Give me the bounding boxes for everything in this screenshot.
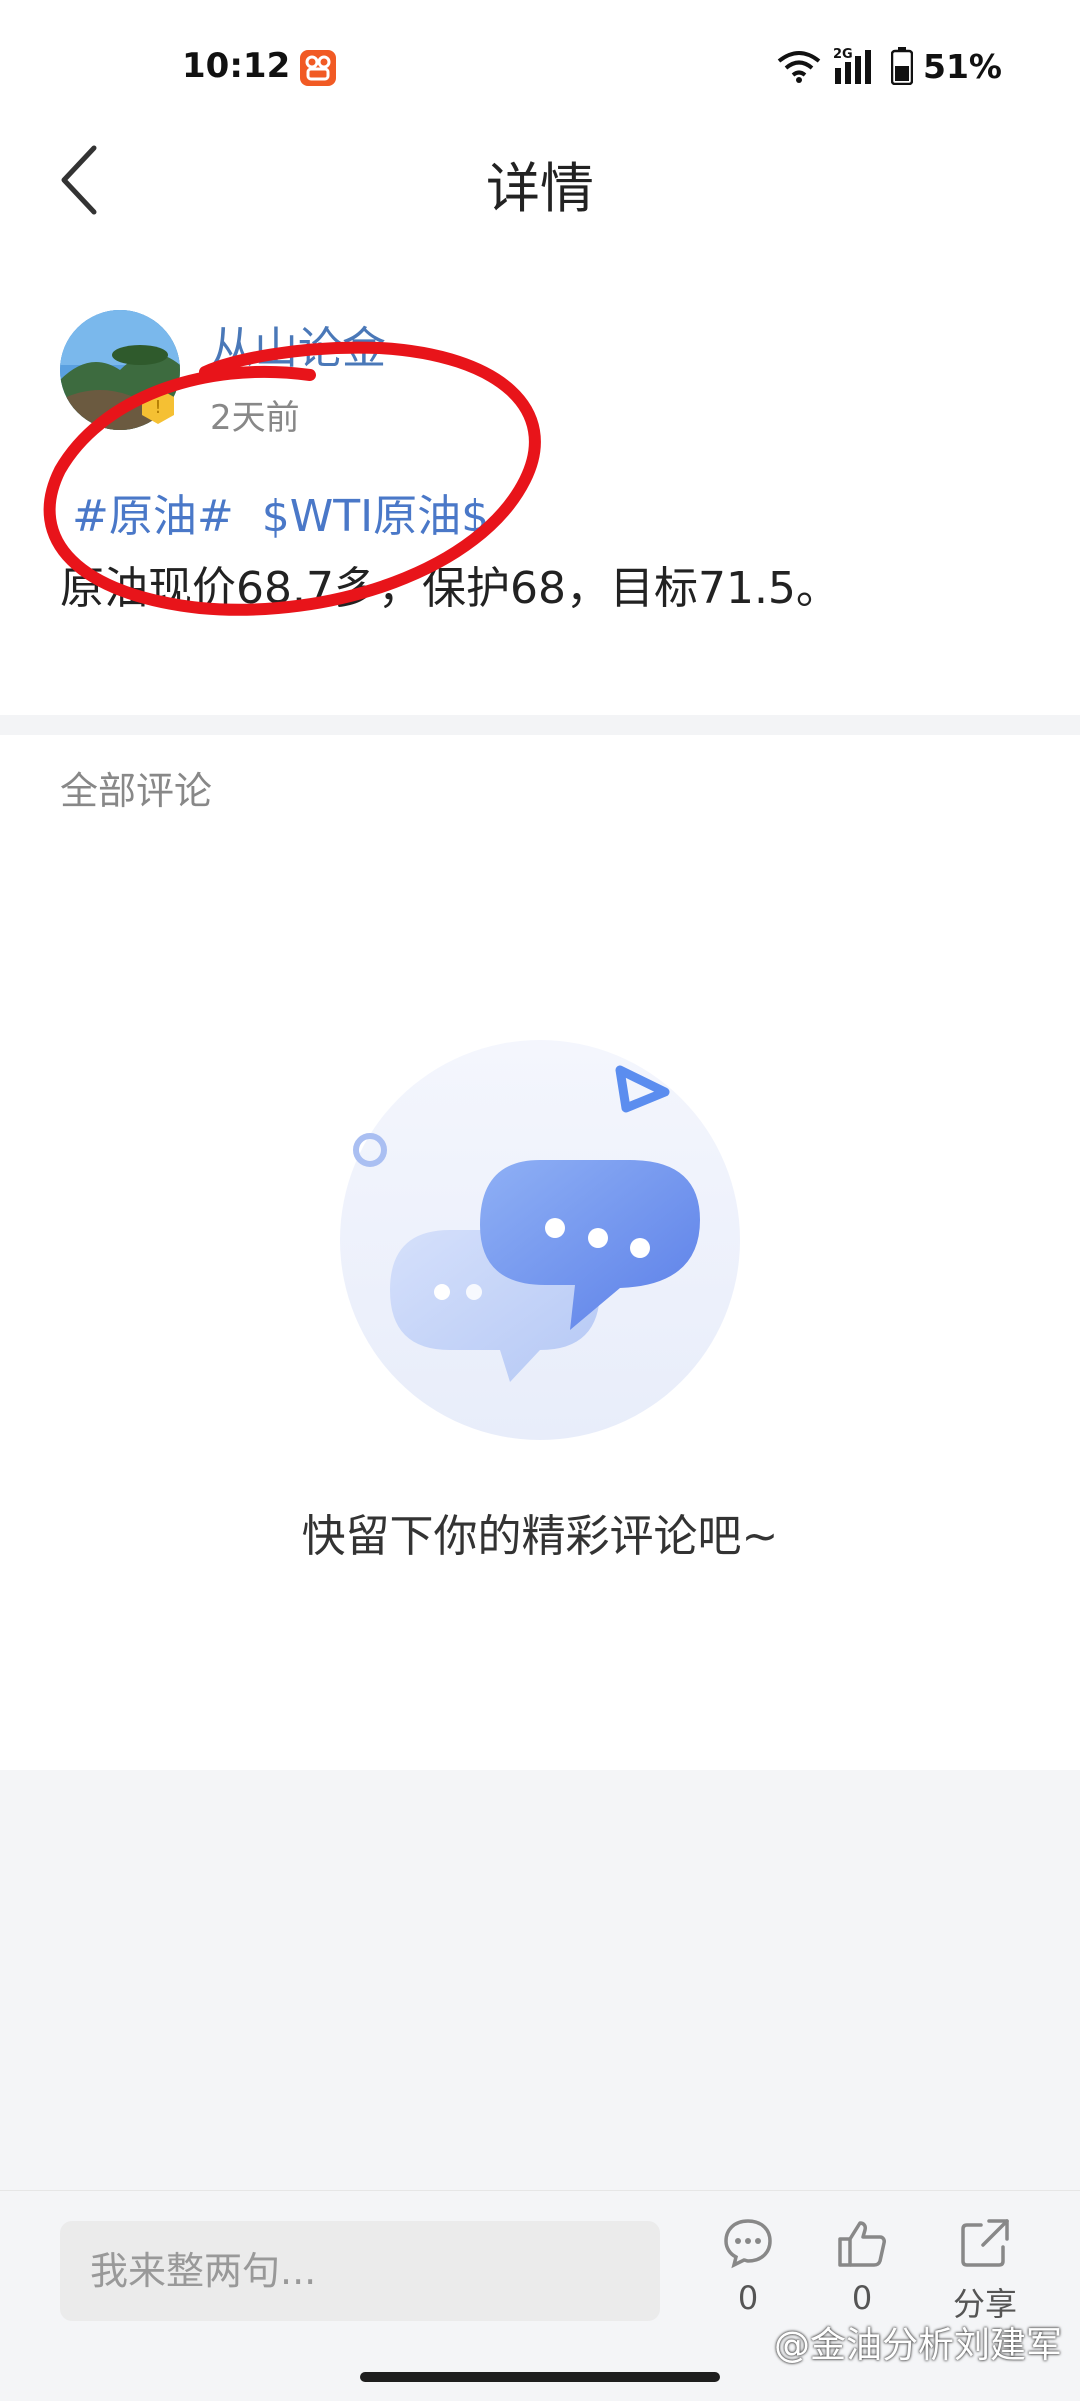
battery-percentage: 51% — [923, 46, 1002, 86]
post-tags: #原油# $WTI原油$ — [72, 480, 517, 544]
network-type: 2G — [833, 47, 853, 62]
status-bar: 10:12 2G 51% — [0, 0, 1080, 130]
empty-comments-illustration — [340, 1040, 740, 1440]
post-time: 2天前 — [210, 398, 300, 438]
share-icon — [961, 2219, 1009, 2267]
topic-tag[interactable]: #原油# — [72, 491, 234, 542]
stock-tag[interactable]: $WTI原油$ — [262, 491, 489, 542]
nav-bar: 详情 — [0, 130, 1080, 230]
wifi-icon — [777, 51, 821, 83]
post-content: 原油现价68.7多，保护68，目标71.5。 — [60, 563, 840, 614]
svg-text:!: ! — [154, 397, 161, 418]
share-button[interactable]: 分享 — [935, 2217, 1035, 2325]
status-icons: 2G 51% — [777, 46, 1002, 86]
vip-badge-icon: ! — [142, 388, 174, 424]
comment-icon — [724, 2219, 772, 2269]
signal-icon: 2G — [833, 47, 871, 84]
comment-count: 0 — [737, 2279, 759, 2317]
content-background — [0, 1770, 1080, 2190]
status-time: 10:12 — [182, 46, 291, 86]
like-count: 0 — [851, 2279, 873, 2317]
home-indicator[interactable] — [360, 2372, 720, 2382]
comments-header: 全部评论 — [60, 769, 213, 813]
like-button[interactable]: 0 — [812, 2217, 912, 2317]
page-title: 详情 — [486, 157, 594, 220]
section-divider — [0, 715, 1080, 735]
comment-button[interactable]: 0 — [698, 2217, 798, 2317]
app-notification-icon — [300, 50, 336, 86]
empty-comments-text: 快留下你的精彩评论吧~ — [301, 1511, 779, 1562]
watermark: @金油分析刘建军 — [773, 2325, 1062, 2366]
author-name[interactable]: 从山论金 — [210, 312, 386, 376]
bottom-action-bar: 我来整两句... 0 0 分享 — [0, 2190, 1080, 2401]
comment-input[interactable]: 我来整两句... — [60, 2221, 660, 2321]
thumbs-up-icon — [838, 2221, 886, 2267]
battery-icon — [891, 47, 913, 85]
